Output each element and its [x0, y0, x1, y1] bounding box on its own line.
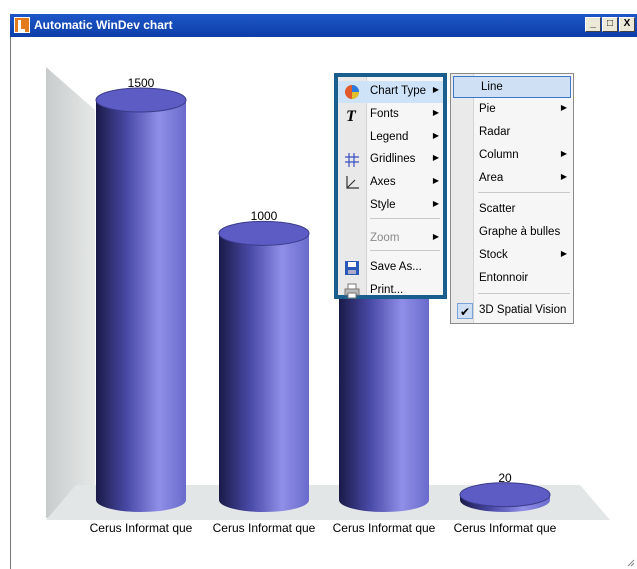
- submenu-arrow-icon: ▶: [432, 199, 439, 208]
- submenu-item-label: Entonnoir: [479, 272, 529, 284]
- submenu-arrow-icon: ▶: [432, 176, 439, 185]
- submenu-arrow-icon: ▶: [432, 232, 439, 241]
- chart-type-entonnoir[interactable]: Entonnoir: [452, 268, 572, 290]
- menu-item-label: Gridlines: [370, 153, 416, 165]
- chart-type-area[interactable]: Area ▶: [452, 168, 572, 190]
- submenu-arrow-icon: ▶: [560, 249, 567, 258]
- bar-top: [95, 87, 187, 113]
- submenu-separator: [478, 293, 570, 294]
- menu-item-gridlines[interactable]: Gridlines ▶: [338, 149, 443, 171]
- submenu-arrow-icon: ▶: [432, 131, 439, 140]
- menu-item-label: Save As...: [370, 261, 422, 273]
- chart-type-line[interactable]: Line: [453, 76, 571, 98]
- chart-type-icon: [344, 84, 360, 100]
- context-menu: Chart Type ▶ T Fonts ▶ Legend ▶ Gridlines ▶ Axes ▶…: [334, 73, 447, 299]
- chart-back-wall: [46, 67, 95, 518]
- menu-item-fonts[interactable]: T Fonts ▶: [338, 104, 443, 126]
- bar-top: [218, 220, 310, 246]
- menu-separator: [370, 250, 440, 251]
- chart-type-stock[interactable]: Stock ▶: [452, 245, 572, 267]
- save-icon: [344, 260, 360, 276]
- bar-top: [459, 482, 551, 508]
- submenu-item-label: Stock: [479, 249, 508, 261]
- bar-cylinder: [219, 233, 309, 513]
- submenu-arrow-icon: ▶: [560, 172, 567, 181]
- submenu-separator: [478, 192, 570, 193]
- print-icon: [344, 283, 360, 299]
- submenu-item-label: Area: [479, 172, 504, 184]
- menu-item-label: Print...: [370, 284, 404, 296]
- menu-item-chart-type[interactable]: Chart Type ▶: [338, 81, 443, 103]
- submenu-arrow-icon: ▶: [432, 153, 439, 162]
- chart-type-pie[interactable]: Pie ▶: [452, 99, 572, 121]
- submenu-item-label: Scatter: [479, 203, 516, 215]
- chart-type-submenu: Line Pie ▶ Radar Column ▶ Area ▶ Scatter Graphe à…: [450, 73, 574, 324]
- submenu-item-label: 3D Spatial Vision: [479, 304, 567, 316]
- menu-separator: [370, 218, 440, 219]
- menu-item-label: Legend: [370, 131, 409, 143]
- checkmark-icon: ✔: [457, 303, 473, 319]
- submenu-item-label: Radar: [479, 126, 511, 138]
- chart-type-scatter[interactable]: Scatter: [452, 199, 572, 221]
- menu-item-axes[interactable]: Axes ▶: [338, 172, 443, 194]
- category-label: Cerus Informat que: [453, 521, 557, 535]
- category-label: Cerus Informat que: [212, 521, 316, 535]
- submenu-item-label: Column: [479, 149, 519, 161]
- chart-type-3d-spatial-vision[interactable]: ✔ 3D Spatial Vision: [452, 300, 572, 322]
- submenu-item-label: Line: [481, 81, 503, 93]
- submenu-arrow-icon: ▶: [432, 85, 439, 94]
- data-label: 1000: [250, 209, 278, 224]
- axes-icon: [344, 175, 360, 191]
- submenu-item-label: Graphe à bulles: [479, 226, 561, 238]
- chart-type-radar[interactable]: Radar: [452, 122, 572, 144]
- menu-item-label: Axes: [370, 176, 396, 188]
- gridlines-icon: [344, 152, 360, 168]
- menu-item-style[interactable]: Style ▶: [338, 195, 443, 217]
- chart-type-column[interactable]: Column ▶: [452, 145, 572, 167]
- submenu-arrow-icon: ▶: [432, 108, 439, 117]
- menu-item-print[interactable]: Print...: [338, 280, 443, 302]
- submenu-arrow-icon: ▶: [560, 149, 567, 158]
- data-label: 1500: [127, 76, 155, 90]
- menu-item-label: Zoom: [370, 232, 400, 244]
- category-label: Cerus Informat que: [332, 521, 436, 535]
- menu-item-label: Style: [370, 199, 396, 211]
- data-label: 20: [498, 470, 512, 485]
- menu-item-label: Chart Type: [370, 85, 427, 97]
- menu-item-zoom[interactable]: Zoom ▶: [338, 228, 443, 250]
- submenu-item-label: Pie: [479, 103, 496, 115]
- svg-text:T: T: [346, 108, 357, 123]
- font-icon: T: [344, 107, 360, 125]
- menu-item-legend[interactable]: Legend ▶: [338, 127, 443, 149]
- menu-item-save-as[interactable]: Save As...: [338, 257, 443, 279]
- resize-grip-icon[interactable]: [625, 557, 635, 567]
- chart-type-graphe-bulles[interactable]: Graphe à bulles: [452, 222, 572, 244]
- category-label: Cerus Informat que: [89, 521, 193, 535]
- submenu-arrow-icon: ▶: [560, 103, 567, 112]
- bar-cylinder: [96, 100, 186, 512]
- menu-item-label: Fonts: [370, 108, 399, 120]
